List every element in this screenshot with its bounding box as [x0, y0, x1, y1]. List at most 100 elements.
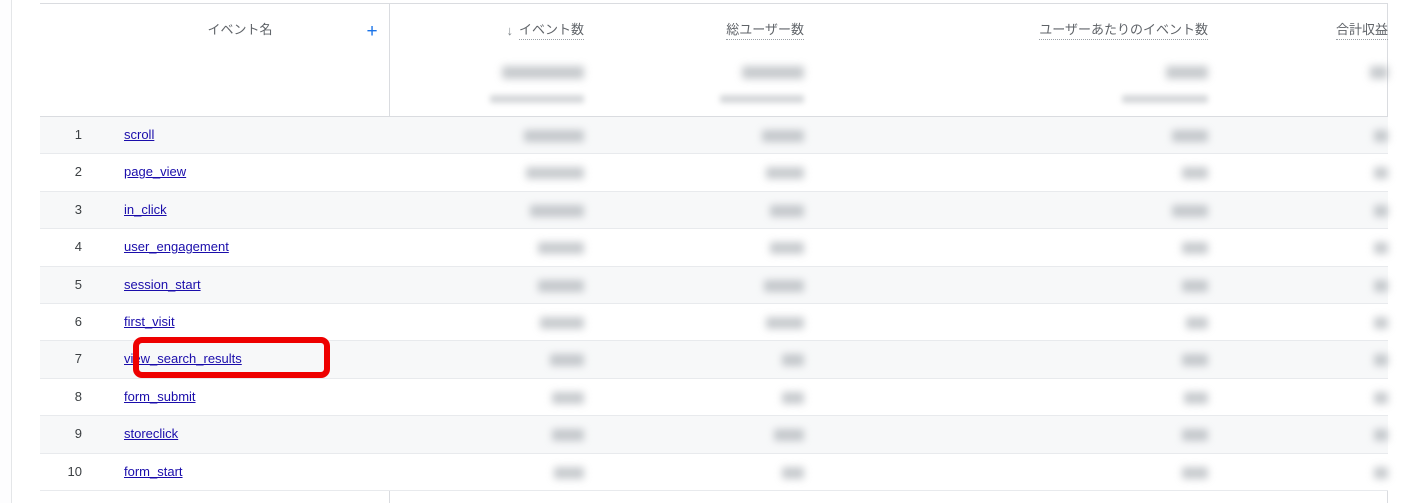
summary-cell-total-users	[600, 66, 804, 108]
row-index: 6	[74, 313, 82, 329]
cell-total-users	[600, 166, 804, 180]
event-name-link[interactable]: form_submit	[124, 389, 196, 404]
column-header-total-users[interactable]: 総ユーザー数	[600, 22, 804, 40]
row-index: 8	[74, 388, 82, 404]
table-header: イベント名 + ↓ イベント数 総ユーザー数 ユーザーあたりのイベント数 合計収益	[40, 4, 1388, 117]
cell-event-name: in_click	[124, 202, 167, 218]
table-row[interactable]: 4 user_engagement	[40, 229, 1388, 267]
row-index: 3	[74, 201, 82, 217]
obscured-value	[1184, 391, 1208, 404]
obscured-value	[552, 429, 584, 442]
panel-edge-divider	[11, 0, 12, 503]
column-header-total-revenue[interactable]: 合計収益	[1220, 22, 1388, 40]
event-name-link[interactable]: user_engagement	[124, 239, 229, 254]
obscured-value	[1374, 316, 1388, 329]
row-index: 1	[74, 127, 82, 142]
table-row[interactable]: 6 first_visit	[40, 303, 1388, 342]
obscured-value	[1172, 130, 1208, 142]
obscured-value	[1182, 466, 1208, 479]
table-body: 1 scroll 2 page_view 3 in_click 4 user_engageme…	[40, 117, 1388, 503]
obscured-value	[538, 279, 584, 292]
event-name-link[interactable]: form_start	[124, 464, 183, 479]
event-name-link[interactable]: view_search_results	[124, 351, 242, 366]
summary-cell-total-revenue	[1220, 66, 1388, 84]
obscured-value-secondary	[1122, 95, 1208, 103]
cell-event-name: page_view	[124, 164, 186, 180]
cell-event-name: storeclick	[124, 426, 178, 442]
cell-events	[243, 316, 584, 329]
obscured-value	[550, 354, 584, 367]
row-index: 9	[74, 426, 82, 442]
cell-per-user	[820, 204, 1208, 217]
summary-totals-row	[40, 66, 1388, 121]
cell-total-users	[600, 204, 804, 217]
event-name-link[interactable]: storeclick	[124, 426, 178, 441]
obscured-value	[524, 130, 584, 142]
obscured-value	[782, 466, 804, 479]
obscured-value	[1182, 354, 1208, 367]
cell-revenue	[1220, 391, 1388, 404]
obscured-value	[1374, 391, 1388, 404]
obscured-value	[1172, 204, 1208, 217]
obscured-value	[766, 167, 804, 180]
event-name-link[interactable]: scroll	[124, 127, 154, 142]
cell-total-users	[600, 391, 804, 404]
obscured-value	[1182, 279, 1208, 292]
event-name-link[interactable]: page_view	[124, 164, 186, 179]
cell-events	[243, 428, 584, 442]
table-row[interactable]: 5 session_start	[40, 266, 1388, 304]
cell-revenue	[1220, 166, 1388, 180]
arrow-down-icon[interactable]: ↓	[506, 23, 513, 39]
table-row[interactable]: 2 page_view	[40, 154, 1388, 192]
table-row[interactable]: 8 form_submit	[40, 378, 1388, 417]
cell-total-users	[600, 279, 804, 292]
obscured-value	[770, 242, 804, 255]
obscured-value	[1374, 242, 1388, 255]
event-name-link[interactable]: in_click	[124, 202, 167, 217]
event-name-link[interactable]: first_visit	[124, 314, 175, 329]
column-header-event-count-label[interactable]: イベント数	[518, 22, 584, 40]
cell-total-users	[600, 428, 804, 442]
table-row[interactable]: 1 scroll	[40, 117, 1388, 155]
row-index: 5	[74, 276, 82, 292]
obscured-value	[762, 130, 804, 142]
row-index: 7	[74, 351, 82, 367]
column-header-event-count[interactable]: ↓ イベント数	[243, 22, 584, 40]
obscured-value-secondary	[490, 95, 584, 103]
obscured-value	[1374, 279, 1388, 292]
cell-total-users	[600, 316, 804, 329]
cell-event-name: scroll	[124, 127, 154, 143]
cell-events	[243, 391, 584, 404]
summary-cell-events-per-user	[820, 66, 1208, 108]
obscured-value	[1182, 429, 1208, 442]
left-gutter	[0, 0, 11, 503]
obscured-value	[538, 242, 584, 255]
column-header-total-users-label[interactable]: 総ユーザー数	[726, 22, 804, 40]
cell-per-user	[820, 166, 1208, 180]
table-row[interactable]: 10 form_start	[40, 453, 1388, 491]
obscured-value	[764, 279, 804, 292]
obscured-value	[1166, 66, 1208, 79]
obscured-value	[770, 204, 804, 217]
cell-event-name: session_start	[124, 277, 201, 293]
cell-revenue	[1220, 129, 1388, 142]
table-row[interactable]: 3 in_click	[40, 191, 1388, 230]
cell-events	[243, 204, 584, 217]
cell-per-user	[820, 316, 1208, 329]
cell-event-name: form_submit	[124, 389, 196, 405]
events-report-table: イベント名 + ↓ イベント数 総ユーザー数 ユーザーあたりのイベント数 合計収益	[40, 0, 1388, 503]
cell-per-user	[820, 428, 1208, 442]
cell-events	[243, 466, 584, 479]
column-header-events-per-user[interactable]: ユーザーあたりのイベント数	[820, 22, 1208, 40]
table-row[interactable]: 9 storeclick	[40, 416, 1388, 454]
column-header-total-revenue-label[interactable]: 合計収益	[1335, 22, 1388, 40]
table-row[interactable]: 7 view_search_results	[40, 341, 1388, 379]
cell-events	[243, 166, 584, 180]
event-name-link[interactable]: session_start	[124, 277, 201, 292]
cell-events	[243, 129, 584, 142]
cell-per-user	[820, 466, 1208, 479]
obscured-value	[1370, 66, 1388, 79]
cell-event-name: view_search_results	[124, 351, 242, 367]
events-table-screen: イベント名 + ↓ イベント数 総ユーザー数 ユーザーあたりのイベント数 合計収益	[0, 0, 1407, 503]
column-header-events-per-user-label[interactable]: ユーザーあたりのイベント数	[1039, 22, 1208, 40]
